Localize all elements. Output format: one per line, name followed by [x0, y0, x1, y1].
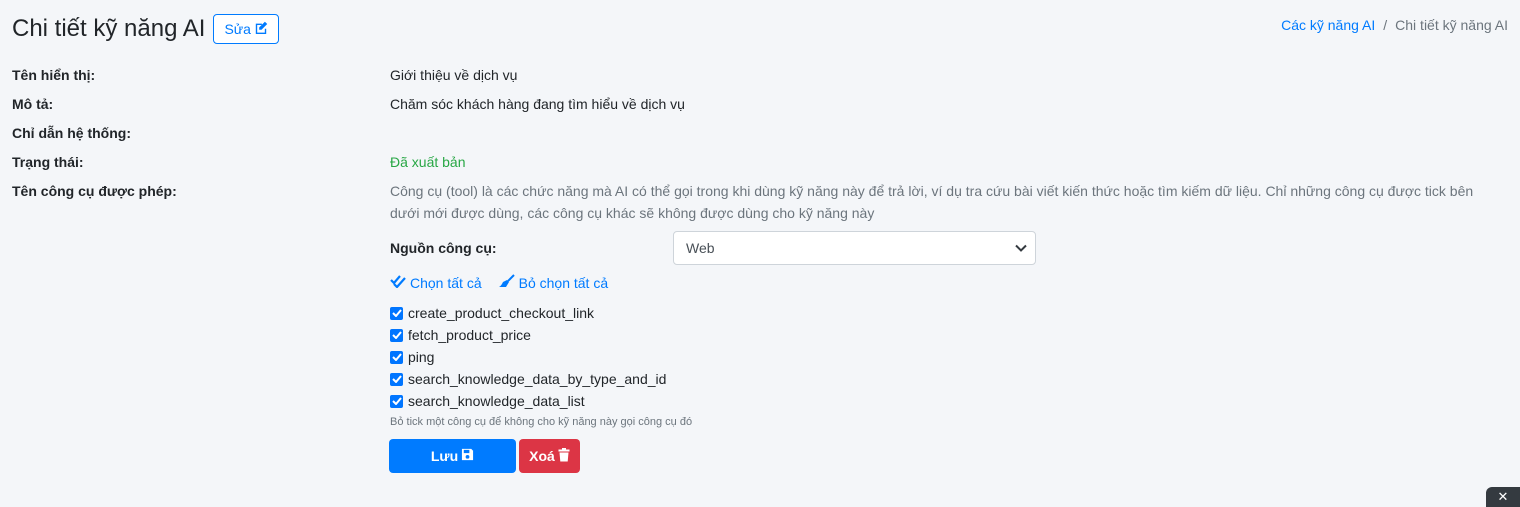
tool-source-label: Nguồn công cụ: [390, 240, 497, 256]
tool-name: search_knowledge_data_by_type_and_id [408, 371, 667, 387]
tool-item[interactable]: ping [390, 346, 666, 368]
tool-source-row: Nguồn công cụ: Web [390, 231, 1036, 265]
field-value: Chăm sóc khách hàng đang tìm hiểu về dịc… [390, 96, 685, 112]
tool-item[interactable]: create_product_checkout_link [390, 302, 666, 324]
tool-item[interactable]: search_knowledge_data_by_type_and_id [390, 368, 666, 390]
tool-name: search_knowledge_data_list [408, 393, 585, 409]
close-icon[interactable]: ✕ [1486, 487, 1520, 507]
save-button[interactable]: Lưu [389, 439, 516, 473]
select-all-button[interactable]: Chọn tất cả [390, 274, 482, 291]
broom-icon [498, 274, 515, 291]
checkbox-checked-icon[interactable] [390, 372, 403, 386]
field-status: Trạng thái: Đã xuất bản [12, 154, 466, 170]
field-system-prompt: Chỉ dẫn hệ thống: [12, 125, 390, 141]
tool-item[interactable]: fetch_product_price [390, 324, 666, 346]
tool-source-select[interactable]: Web [673, 231, 1036, 265]
checkbox-checked-icon[interactable] [390, 306, 403, 320]
checkbox-checked-icon[interactable] [390, 328, 403, 342]
field-label: Tên công cụ được phép: [12, 183, 177, 199]
field-label: Tên hiển thị: [12, 67, 96, 83]
edit-button[interactable]: Sửa [213, 14, 279, 44]
breadcrumb-separator: / [1383, 17, 1388, 33]
breadcrumb: Các kỹ năng AI / Chi tiết kỹ năng AI [1281, 17, 1508, 33]
allowed-tools-description: Công cụ (tool) là các chức năng mà AI có… [390, 183, 1474, 221]
tool-actions: Chọn tất cả Bỏ chọn tất cả [390, 274, 608, 291]
edit-icon [254, 21, 268, 37]
trash-icon [558, 447, 570, 465]
double-check-icon [390, 274, 406, 291]
tool-item[interactable]: search_knowledge_data_list [390, 390, 666, 412]
page: Chi tiết kỹ năng AI Sửa Các kỹ năng AI /… [0, 0, 1520, 507]
floppy-disk-icon [461, 448, 474, 464]
status-badge: Đã xuất bản [390, 154, 466, 170]
breadcrumb-current: Chi tiết kỹ năng AI [1395, 17, 1508, 33]
field-label: Chỉ dẫn hệ thống: [12, 125, 131, 141]
field-display-name: Tên hiển thị: Giới thiệu về dịch vụ [12, 67, 517, 83]
deselect-all-label: Bỏ chọn tất cả [518, 274, 609, 291]
field-label: Trạng thái: [12, 154, 84, 170]
tool-name: fetch_product_price [408, 327, 531, 343]
tool-name: ping [408, 349, 435, 365]
deselect-all-button[interactable]: Bỏ chọn tất cả [498, 274, 609, 291]
select-all-label: Chọn tất cả [410, 274, 482, 291]
delete-button[interactable]: Xoá [519, 439, 580, 473]
checkbox-checked-icon[interactable] [390, 350, 403, 364]
save-button-label: Lưu [430, 448, 459, 464]
tool-list: create_product_checkout_link fetch_produ… [390, 302, 666, 412]
tool-hint: Bỏ tick một công cụ để không cho kỹ năng… [390, 416, 693, 428]
edit-button-label: Sửa [224, 21, 251, 37]
delete-button-label: Xoá [529, 448, 555, 464]
chevron-down-icon [1015, 232, 1027, 264]
field-value: Giới thiệu về dịch vụ [390, 67, 518, 83]
field-allowed-tools: Tên công cụ được phép: [12, 183, 390, 199]
page-header: Chi tiết kỹ năng AI Sửa [12, 13, 279, 45]
form-buttons: Lưu Xoá [389, 439, 580, 473]
field-description: Mô tả: Chăm sóc khách hàng đang tìm hiểu… [12, 96, 685, 112]
tool-name: create_product_checkout_link [408, 305, 595, 321]
page-title: Chi tiết kỹ năng AI [12, 15, 206, 42]
breadcrumb-link-skills[interactable]: Các kỹ năng AI [1281, 17, 1375, 33]
tool-source-selected: Web [686, 240, 715, 256]
checkbox-checked-icon[interactable] [390, 394, 403, 408]
field-label: Mô tả: [12, 96, 54, 112]
